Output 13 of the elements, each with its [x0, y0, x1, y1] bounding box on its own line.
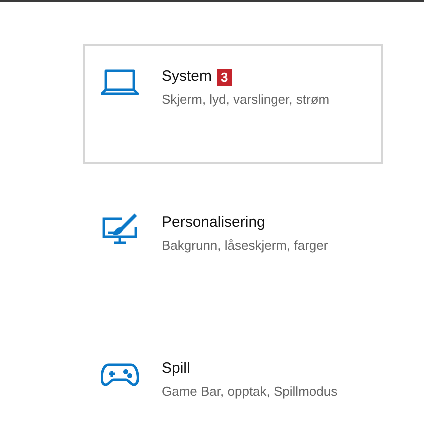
count-badge: 3	[217, 68, 232, 86]
category-title: Spill	[162, 360, 190, 378]
category-tile[interactable]: Spill Game Bar, opptak, Spillmodus	[83, 336, 383, 430]
category-title: System	[162, 68, 212, 86]
category-description: Game Bar, opptak, Spillmodus	[162, 384, 338, 400]
paintbrush-monitor-icon	[102, 213, 138, 245]
gamepad-icon	[101, 362, 139, 388]
category-description: Bakgrunn, låseskjerm, farger	[162, 238, 328, 254]
laptop-icon	[101, 69, 139, 97]
category-tile[interactable]: Personalisering Bakgrunn, låseskjerm, farger	[83, 190, 383, 310]
category-description: Skjerm, lyd, varslinger, strøm	[162, 92, 330, 108]
category-tile[interactable]: System 3 Skjerm, lyd, varslinger, strøm	[83, 44, 383, 164]
category-title: Personalisering	[162, 214, 266, 232]
